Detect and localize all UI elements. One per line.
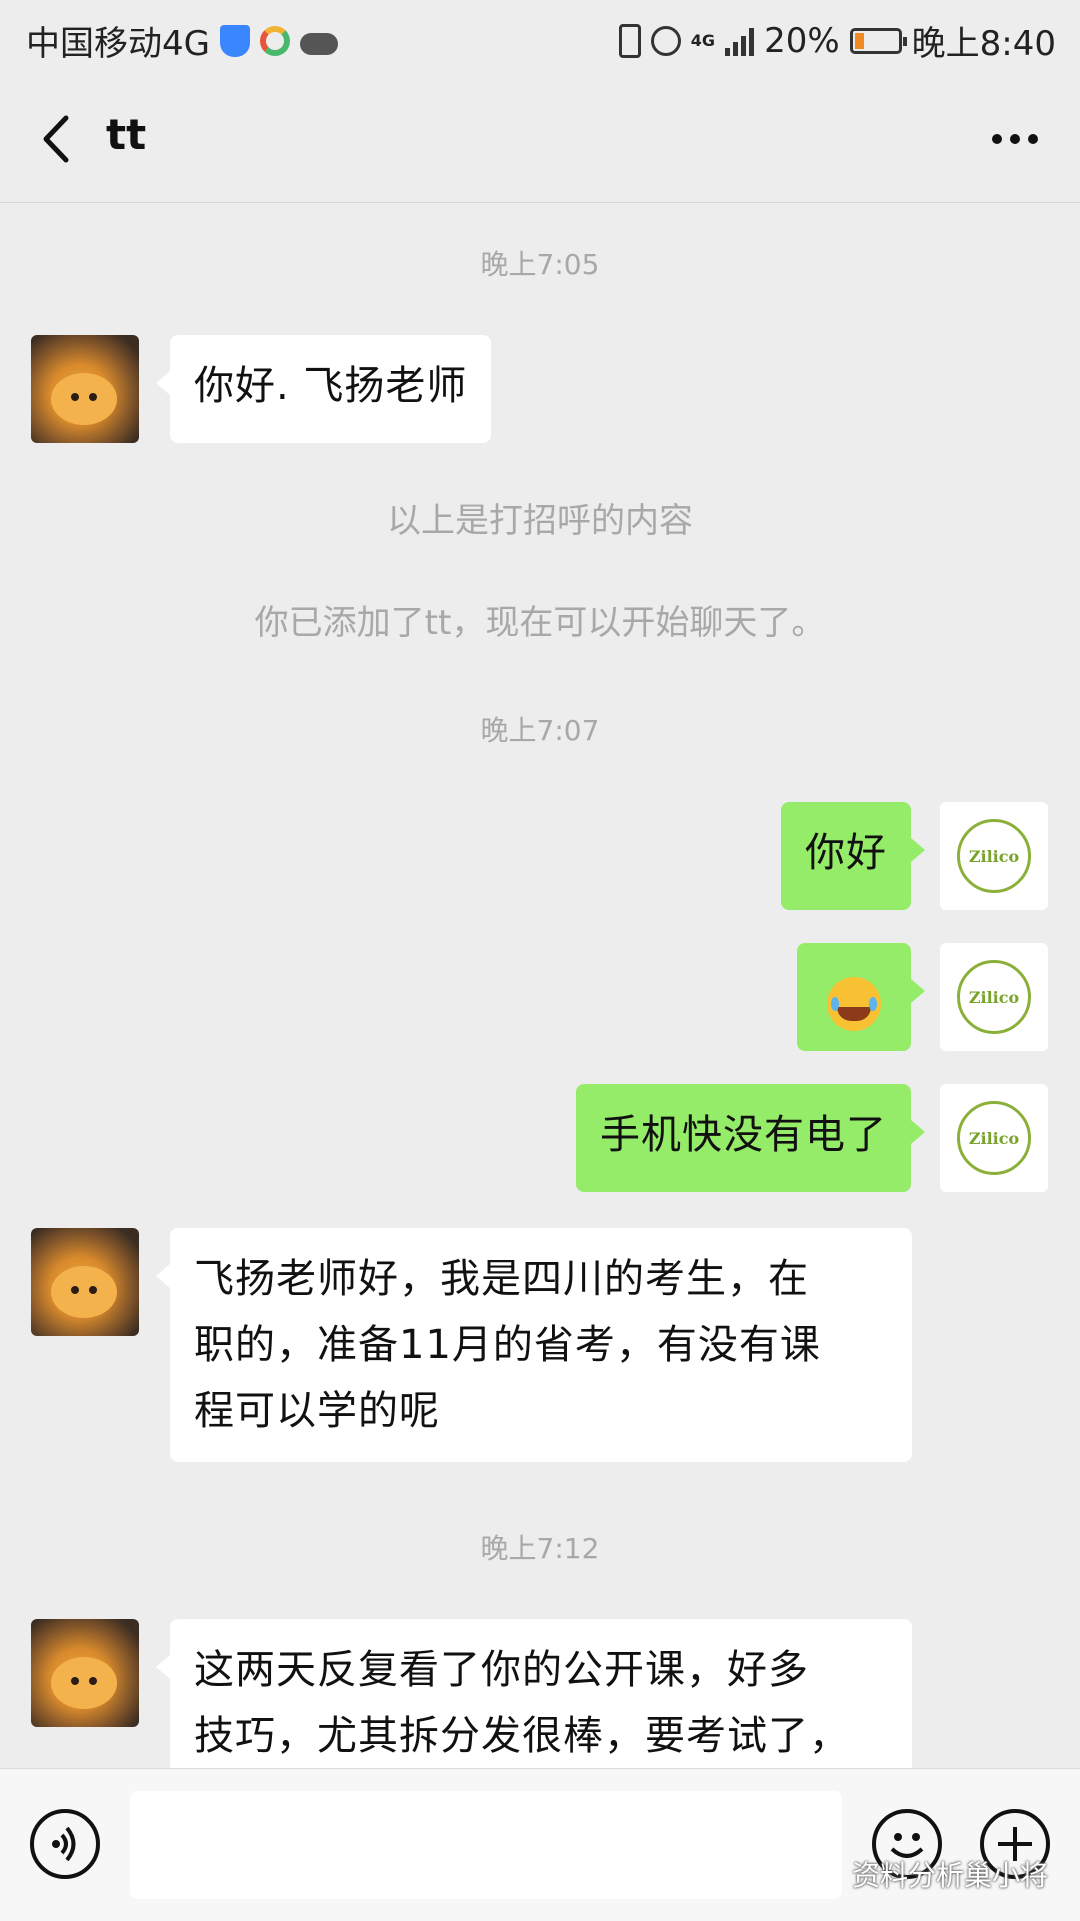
- system-note: 以上是打招呼的内容: [387, 501, 693, 541]
- status-left: 中国移动4G: [26, 16, 338, 65]
- status-bar: 中国移动4G 4G 20% 晚上8:40: [0, 0, 1080, 76]
- message-text-line: 职的，准备11月的省考，有没有课: [194, 1322, 821, 1368]
- shield-icon: [219, 24, 250, 57]
- zilico-logo: Zilico: [957, 819, 1031, 893]
- incoming-message[interactable]: 这两天反复看了你的公开课，好多 技巧，尤其拆分发很棒，要考试了，: [156, 1619, 912, 1768]
- watermark: 资料分析巢小将: [851, 1859, 1048, 1892]
- incoming-message[interactable]: 飞扬老师好，我是四川的考生，在 职的，准备11月的省考，有没有课 程可以学的呢: [156, 1228, 912, 1462]
- my-avatar[interactable]: Zilico: [940, 1084, 1048, 1192]
- message-text-line: 这两天反复看了你的公开课，好多: [194, 1647, 809, 1693]
- vibrate-icon: [618, 23, 641, 58]
- app-ring-icon: [259, 25, 290, 56]
- system-note: 你已添加了tt，现在可以开始聊天了。: [254, 603, 826, 643]
- timestamp: 晚上7:07: [480, 714, 600, 747]
- battery-percent: 20%: [764, 20, 840, 61]
- voice-icon: [52, 1826, 76, 1862]
- message-list[interactable]: 晚上7:05 你好. 飞扬老师 以上是打招呼的内容 你已添加了tt，现在可以开始…: [0, 203, 1080, 1768]
- timestamp: 晚上7:05: [480, 248, 600, 281]
- zilico-logo: Zilico: [957, 960, 1031, 1034]
- zilico-logo: Zilico: [957, 1101, 1031, 1175]
- outgoing-message[interactable]: [797, 943, 925, 1051]
- incoming-message[interactable]: 你好. 飞扬老师: [155, 335, 492, 443]
- outgoing-message[interactable]: 你好: [781, 802, 925, 910]
- contact-avatar[interactable]: [31, 1619, 139, 1727]
- weather-icon: [299, 32, 338, 55]
- chat-title: tt: [106, 110, 147, 159]
- contact-avatar[interactable]: [31, 335, 139, 443]
- voice-input-button[interactable]: [30, 1809, 100, 1879]
- my-avatar[interactable]: Zilico: [940, 943, 1048, 1051]
- timestamp: 晚上7:12: [480, 1532, 600, 1565]
- my-avatar[interactable]: Zilico: [940, 802, 1048, 910]
- message-text: 手机快没有电了: [600, 1112, 887, 1158]
- message-text-line: 程可以学的呢: [194, 1388, 440, 1434]
- status-right: 4G 20% 晚上8:40: [618, 16, 1056, 65]
- alarm-icon: [650, 25, 681, 56]
- signal-icon: [725, 26, 755, 56]
- outgoing-message[interactable]: 手机快没有电了: [576, 1084, 925, 1192]
- network-type-label: 4G: [690, 30, 716, 50]
- message-text: 你好: [805, 830, 887, 876]
- chat-header: tt: [0, 76, 1080, 203]
- message-text-line: 飞扬老师好，我是四川的考生，在: [194, 1256, 809, 1302]
- back-arrow-icon[interactable]: [36, 114, 80, 164]
- input-bar: [0, 1768, 1080, 1921]
- carrier-label: 中国移动4G: [26, 24, 210, 64]
- clock: 晚上8:40: [911, 24, 1056, 64]
- message-text-line: 技巧，尤其拆分发很棒，要考试了，: [194, 1713, 850, 1759]
- message-input[interactable]: [130, 1791, 842, 1899]
- contact-avatar[interactable]: [31, 1228, 139, 1336]
- more-options-icon[interactable]: [990, 132, 1040, 146]
- message-text: 你好. 飞扬老师: [194, 363, 468, 409]
- battery-icon: [849, 27, 907, 54]
- tears-of-joy-emoji-icon: [827, 977, 881, 1031]
